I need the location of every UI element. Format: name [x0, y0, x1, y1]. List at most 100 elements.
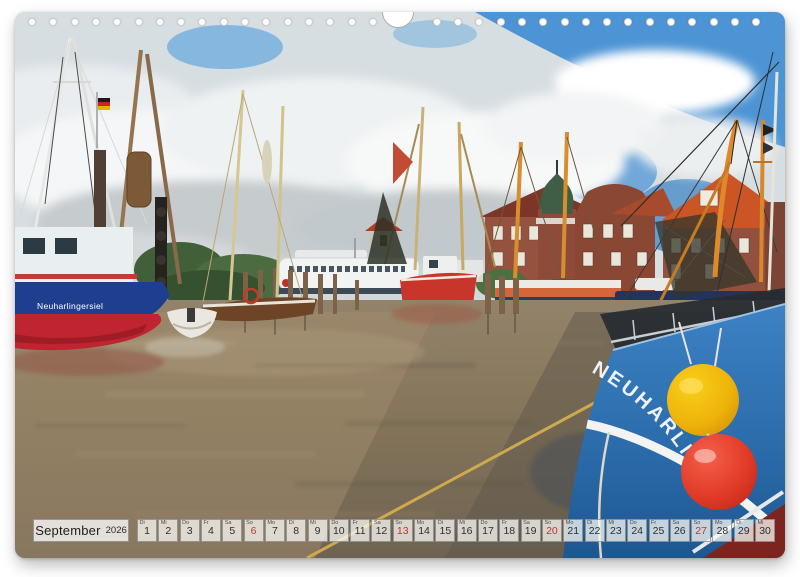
harbor-photo: Neuharlingersiel: [15, 12, 785, 558]
calendar-day-cell: Mi9: [308, 519, 328, 542]
calendar-day-cell: Di22: [585, 519, 605, 542]
calendar-day-cell: Di1: [137, 519, 157, 542]
weekday-abbr: Sa: [523, 520, 530, 526]
punch-hole: [92, 18, 100, 26]
calendar-day-cell: Mo7: [265, 519, 285, 542]
day-number: 26: [674, 524, 686, 541]
weekday-abbr: Do: [182, 520, 189, 526]
calendar-day-cell: Mo21: [563, 519, 583, 542]
calendar-day-cell: Fr18: [499, 519, 519, 542]
calendar-day-cell: Sa5: [222, 519, 242, 542]
calendar-day-cell: Fr11: [350, 519, 370, 542]
punch-hole: [497, 18, 505, 26]
calendar-day-cell: Di8: [286, 519, 306, 542]
yellow-buoy: [667, 364, 739, 436]
calendar-day-cell: Do10: [329, 519, 349, 542]
weekday-abbr: Mi: [758, 520, 764, 526]
weekday-abbr: Mo: [715, 520, 723, 526]
punch-hole: [241, 18, 249, 26]
day-number: 9: [315, 524, 321, 541]
calendar-day-cell: Sa19: [521, 519, 541, 542]
day-number: 10: [333, 524, 345, 541]
day-number: 24: [631, 524, 643, 541]
weekday-abbr: Mi: [310, 520, 316, 526]
day-number: 14: [418, 524, 430, 541]
punch-hole: [284, 18, 292, 26]
calendar-day-cell: Sa12: [371, 519, 391, 542]
weekday-abbr: So: [694, 520, 701, 526]
calendar-day-cell: So6: [244, 519, 264, 542]
weekday-abbr: So: [395, 520, 402, 526]
day-number: 17: [482, 524, 494, 541]
weekday-abbr: Mi: [459, 520, 465, 526]
left-boat-name: Neuharlingersiel: [37, 301, 103, 311]
punch-hole: [667, 18, 675, 26]
day-number: 22: [589, 524, 601, 541]
calendar-day-cell: Mi23: [606, 519, 626, 542]
day-number: 27: [695, 524, 707, 541]
weekday-abbr: Mi: [608, 520, 614, 526]
day-number: 4: [208, 524, 214, 541]
calendar-day-cell: Do3: [180, 519, 200, 542]
year-label: 2026: [106, 525, 127, 536]
punch-hole: [156, 18, 164, 26]
calendar-day-cell: Mo28: [712, 519, 732, 542]
calendar-day-cell: Fr4: [201, 519, 221, 542]
weekday-abbr: So: [544, 520, 551, 526]
weekday-abbr: Di: [289, 520, 294, 526]
day-row: Di1Mi2Do3Fr4Sa5So6Mo7Di8Mi9Do10Fr11Sa12S…: [137, 519, 775, 542]
weekday-abbr: Di: [140, 520, 145, 526]
calendar-day-cell: So27: [691, 519, 711, 542]
day-number: 20: [546, 524, 558, 541]
weekday-abbr: Fr: [353, 520, 358, 526]
weekday-abbr: Fr: [502, 520, 507, 526]
weekday-abbr: Mo: [417, 520, 425, 526]
calendar-strip: September 2026 Di1Mi2Do3Fr4Sa5So6Mo7Di8M…: [15, 519, 785, 542]
day-number: 2: [165, 524, 171, 541]
day-number: 15: [440, 524, 452, 541]
punch-hole: [433, 18, 441, 26]
day-number: 25: [653, 524, 665, 541]
weekday-abbr: Do: [331, 520, 338, 526]
day-number: 8: [293, 524, 299, 541]
month-label: September 2026: [33, 519, 129, 542]
calendar-day-cell: So20: [542, 519, 562, 542]
weekday-abbr: Do: [630, 520, 637, 526]
punch-hole: [731, 18, 739, 26]
punch-hole: [710, 18, 718, 26]
punch-hole: [220, 18, 228, 26]
weekday-abbr: Di: [587, 520, 592, 526]
calendar-day-cell: So13: [393, 519, 413, 542]
day-number: 3: [187, 524, 193, 541]
weekday-abbr: Sa: [374, 520, 381, 526]
month-name: September: [35, 523, 100, 538]
punch-hole: [369, 18, 377, 26]
weekday-abbr: Di: [736, 520, 741, 526]
day-number: 30: [759, 524, 771, 541]
punch-hole: [561, 18, 569, 26]
red-buoy: [681, 434, 757, 510]
calendar-day-cell: Di29: [734, 519, 754, 542]
day-number: 13: [397, 524, 409, 541]
calendar-day-cell: Sa26: [670, 519, 690, 542]
weekday-abbr: Sa: [225, 520, 232, 526]
weekday-abbr: Sa: [672, 520, 679, 526]
weekday-abbr: Mo: [267, 520, 275, 526]
calendar-day-cell: Mi30: [755, 519, 775, 542]
punch-hole: [71, 18, 79, 26]
weekday-abbr: So: [246, 520, 253, 526]
calendar-day-cell: Mo14: [414, 519, 434, 542]
day-number: 1: [144, 524, 150, 541]
day-number: 19: [525, 524, 537, 541]
calendar-day-cell: Fr25: [649, 519, 669, 542]
calendar-day-cell: Mi16: [457, 519, 477, 542]
weekday-abbr: Do: [481, 520, 488, 526]
day-number: 23: [610, 524, 622, 541]
calendar-day-cell: Di15: [435, 519, 455, 542]
day-number: 11: [355, 524, 366, 541]
punch-hole: [135, 18, 143, 26]
punch-hole: [518, 18, 526, 26]
weekday-abbr: Fr: [651, 520, 656, 526]
day-number: 29: [738, 524, 750, 541]
day-number: 7: [272, 524, 278, 541]
